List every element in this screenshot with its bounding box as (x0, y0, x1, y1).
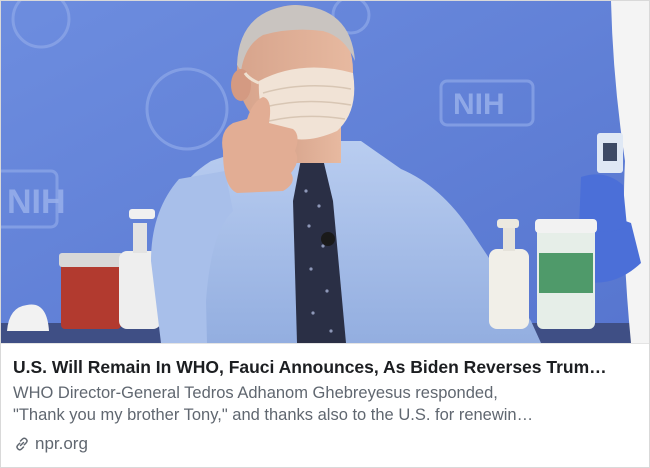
article-headline[interactable]: U.S. Will Remain In WHO, Fauci Announces… (13, 356, 637, 378)
description-line-1: WHO Director-General Tedros Adhanom Gheb… (13, 384, 498, 402)
link-preview-meta: U.S. Will Remain In WHO, Fauci Announces… (1, 343, 649, 467)
link-icon (16, 437, 28, 451)
article-description: WHO Director-General Tedros Adhanom Gheb… (13, 382, 637, 426)
source-domain[interactable]: npr.org (13, 434, 637, 454)
svg-text:NIH: NIH (7, 183, 66, 221)
article-photo[interactable]: NIH NIH (1, 1, 649, 343)
source-domain-text[interactable]: npr.org (35, 434, 88, 454)
link-preview-card[interactable]: NIH NIH U.S. Will Remain In WHO, Fauci A… (0, 0, 650, 468)
nih-backdrop-text: NIH (453, 88, 505, 121)
description-line-2: "Thank you my brother Tony," and thanks … (13, 406, 534, 424)
